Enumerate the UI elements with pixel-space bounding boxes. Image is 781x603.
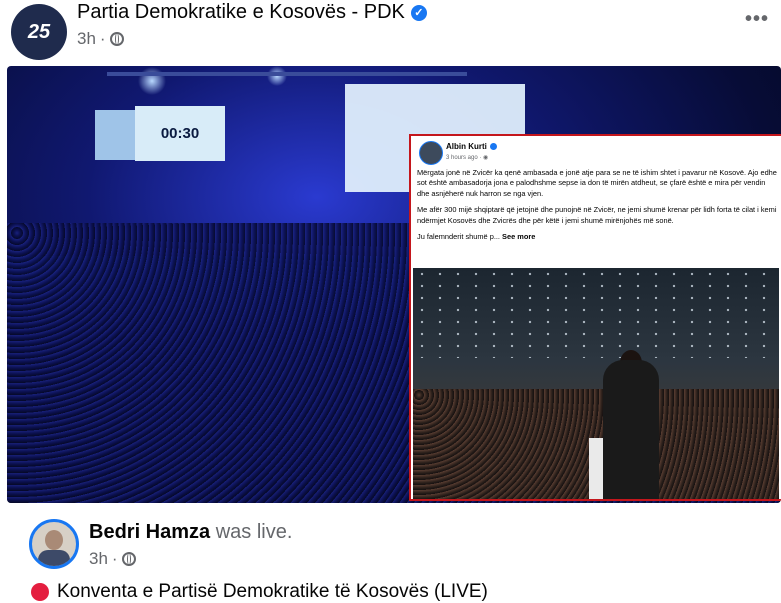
inset-globe-icon: ◉ xyxy=(483,155,489,161)
inset-photo xyxy=(413,268,779,499)
inset-paragraph-1: Mërgata jonë në Zvicër ka qenë ambasada … xyxy=(417,168,777,198)
shared-author-name[interactable]: Bedri Hamza xyxy=(89,521,210,543)
inset-author: Albin Kurti xyxy=(446,142,487,151)
verified-badge-icon: ✓ xyxy=(410,4,427,21)
stage-truss xyxy=(107,72,467,76)
avatar-body xyxy=(38,550,70,566)
page-name: Partia Demokratike e Kosovës - PDK xyxy=(77,1,405,23)
live-dot-icon xyxy=(31,583,49,601)
inset-paragraph-3: Ju falemnderit shumë p... See more xyxy=(417,232,779,242)
shared-action: was live. xyxy=(215,521,293,543)
shared-separator: · xyxy=(111,549,118,568)
inset-text: Mërgata jonë në Zvicër ka qenë ambasada … xyxy=(417,168,779,248)
inset-avatar xyxy=(419,141,443,165)
inset-screenshot: Albin Kurti 3 hours ago · ◉ Mërgata jonë… xyxy=(409,134,781,501)
inset-see-more: See more xyxy=(502,232,536,242)
more-options-icon[interactable]: ••• xyxy=(745,8,769,31)
meta-separator: · xyxy=(99,29,106,48)
inset-time: 3 hours ago xyxy=(446,155,478,161)
avatar-face xyxy=(45,530,63,550)
shared-meta: 3h · xyxy=(89,549,136,569)
shared-author-line: Bedri Hamza was live. xyxy=(89,521,292,544)
page-avatar[interactable]: 25 xyxy=(11,4,67,60)
ceiling-lights xyxy=(413,268,779,358)
avatar-logo-text: 25 xyxy=(27,21,51,43)
page-name-link[interactable]: Partia Demokratike e Kosovës - PDK ✓ xyxy=(77,1,427,24)
inset-paragraph-3-text: Ju falemnderit shumë p... xyxy=(417,232,500,242)
inset-paragraph-2: Me afër 300 mijë shqiptarë që jetojnë dh… xyxy=(417,205,777,225)
inset-meta: 3 hours ago · ◉ xyxy=(446,154,488,161)
countdown-clock: 00:30 xyxy=(160,125,200,142)
inset-verified-icon xyxy=(489,143,497,150)
globe-icon xyxy=(109,32,124,46)
podium xyxy=(589,438,603,499)
live-title-row: Konventa e Partisë Demokratike të Kosovë… xyxy=(31,581,488,603)
inset-separator: · xyxy=(479,155,482,161)
speaker xyxy=(603,360,659,499)
live-title[interactable]: Konventa e Partisë Demokratike të Kosovë… xyxy=(57,581,488,603)
shared-author-avatar[interactable] xyxy=(29,519,79,569)
shared-time[interactable]: 3h xyxy=(89,549,108,569)
post-meta: 3h · xyxy=(77,29,124,49)
post-time[interactable]: 3h xyxy=(77,29,96,49)
stage-screen-left xyxy=(95,110,135,160)
globe-icon xyxy=(121,552,136,566)
inset-author-row: Albin Kurti xyxy=(446,142,497,151)
post-image[interactable]: 00:30 Albin Kurti 3 hours ago · ◉ Mërgat… xyxy=(7,66,781,503)
stage-clock-screen: 00:30 xyxy=(135,106,225,161)
